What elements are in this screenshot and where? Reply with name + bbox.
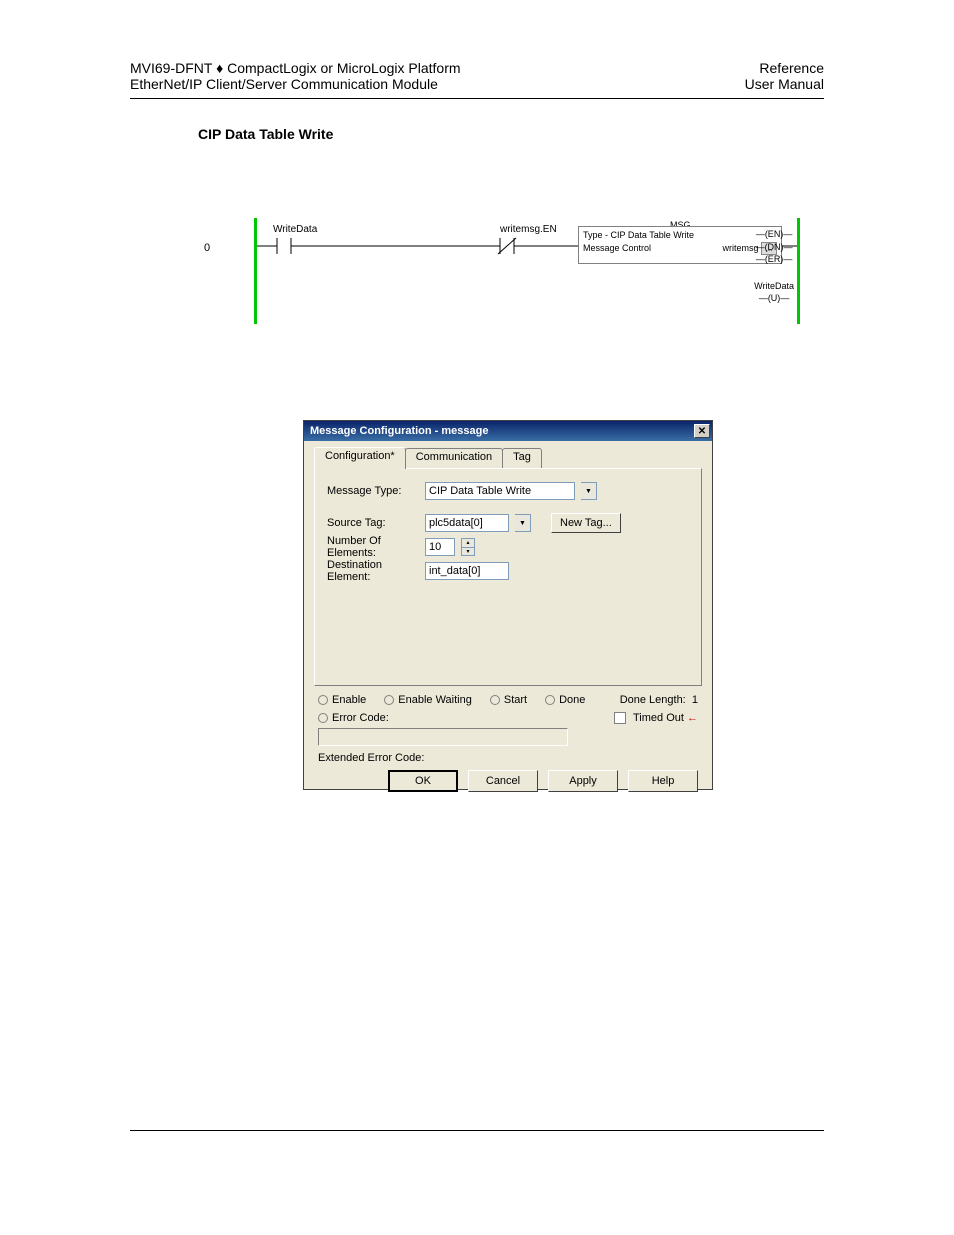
destination-element-input[interactable] xyxy=(425,562,509,580)
footer-rule xyxy=(130,1130,824,1131)
status-timed-out: Timed Out ← xyxy=(614,712,698,724)
help-button[interactable]: Help xyxy=(628,770,698,792)
status-enable: Enable xyxy=(318,694,366,706)
coil-u: —(U)— xyxy=(754,292,794,305)
msg-line2-right: writemsg xyxy=(722,243,758,253)
chevron-down-icon[interactable]: ▼ xyxy=(515,514,531,532)
header-right-2: User Manual xyxy=(745,76,824,92)
status-start: Start xyxy=(490,694,527,706)
extended-error-code-label: Extended Error Code: xyxy=(318,752,698,764)
tab-configuration[interactable]: Configuration* xyxy=(314,447,406,469)
dialog-tabs: Configuration* Communication Tag xyxy=(304,441,712,468)
contact2-label: writemsg.EN xyxy=(500,224,557,235)
num-elements-spinner[interactable]: ▴▾ xyxy=(461,538,475,556)
tab-tag[interactable]: Tag xyxy=(502,448,542,468)
source-tag-input[interactable] xyxy=(425,514,509,532)
message-type-select[interactable] xyxy=(425,482,575,500)
coil-en: —(EN)— xyxy=(754,228,794,241)
coil-dn: —(DN)— xyxy=(754,241,794,254)
num-elements-input[interactable] xyxy=(425,538,455,556)
tab-panel-configuration: Message Type: ▼ Source Tag: ▼ New Tag...… xyxy=(314,468,702,686)
message-type-label: Message Type: xyxy=(327,485,419,497)
timed-out-arrow-icon: ← xyxy=(687,712,698,724)
error-code-display xyxy=(318,728,568,746)
dialog-status-area: Enable Enable Waiting Start Done Done Le… xyxy=(304,686,712,768)
header-rule xyxy=(130,98,824,99)
header-left-1: MVI69-DFNT ♦ CompactLogix or MicroLogix … xyxy=(130,60,461,76)
msg-coils: —(EN)— —(DN)— —(ER)— WriteData —(U)— xyxy=(754,228,794,305)
timed-out-checkbox[interactable] xyxy=(614,712,626,724)
contact1-label: WriteData xyxy=(273,224,317,235)
coil-u-label: WriteData xyxy=(754,280,794,293)
msg-line1: Type - CIP Data Table Write xyxy=(583,229,777,242)
header-right-1: Reference xyxy=(759,60,824,76)
apply-button[interactable]: Apply xyxy=(548,770,618,792)
destination-element-label: Destination Element: xyxy=(327,559,419,583)
num-elements-label: Number Of Elements: xyxy=(327,535,419,559)
msg-line2-left: Message Control xyxy=(583,242,651,255)
dialog-button-row: OK Cancel Apply Help xyxy=(304,768,712,802)
msg-instruction-box: Type - CIP Data Table Write Message Cont… xyxy=(578,226,782,264)
section-heading: CIP Data Table Write xyxy=(198,126,333,142)
status-enable-waiting: Enable Waiting xyxy=(384,694,472,706)
status-done: Done xyxy=(545,694,585,706)
header-left-2: EtherNet/IP Client/Server Communication … xyxy=(130,76,438,92)
chevron-down-icon[interactable]: ▼ xyxy=(581,482,597,500)
cancel-button[interactable]: Cancel xyxy=(468,770,538,792)
ok-button[interactable]: OK xyxy=(388,770,458,792)
done-length: Done Length: 1 xyxy=(620,694,698,706)
message-configuration-dialog: Message Configuration - message ✕ Config… xyxy=(303,420,713,790)
close-icon[interactable]: ✕ xyxy=(694,424,710,438)
coil-er: —(ER)— xyxy=(754,253,794,266)
tab-communication[interactable]: Communication xyxy=(405,448,503,468)
status-error-code: Error Code: xyxy=(318,712,389,724)
dialog-title: Message Configuration - message xyxy=(310,425,489,437)
dialog-titlebar[interactable]: Message Configuration - message ✕ xyxy=(304,421,712,441)
ladder-diagram: 0 WriteData writemsg.EN MSG Type - CIP D… xyxy=(198,218,800,324)
page-header: MVI69-DFNT ♦ CompactLogix or MicroLogix … xyxy=(130,60,824,99)
new-tag-button[interactable]: New Tag... xyxy=(551,513,621,533)
source-tag-label: Source Tag: xyxy=(327,517,419,529)
